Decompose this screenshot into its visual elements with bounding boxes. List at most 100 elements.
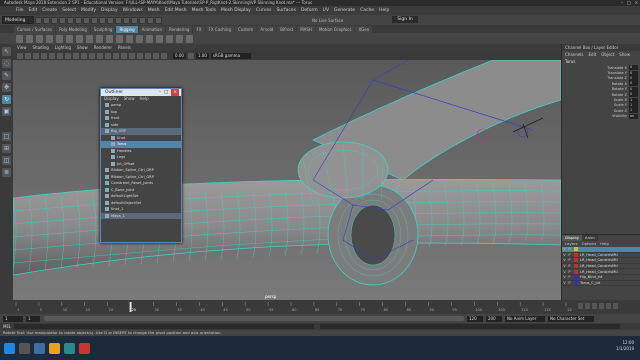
menu-item-mesh-display[interactable]: Mesh Display (221, 8, 251, 13)
attribute-name[interactable]: Scale X (614, 98, 627, 102)
locator-icon[interactable] (46, 34, 53, 43)
new-scene-icon[interactable] (35, 16, 42, 24)
go-end-icon[interactable] (613, 303, 618, 309)
wire-deformer-icon[interactable] (166, 34, 173, 43)
attribute-name[interactable]: Rotate Y (612, 87, 627, 91)
attribute-value[interactable]: 0 (629, 70, 638, 76)
attribute-value[interactable]: 0 (629, 75, 638, 81)
start-menu-icon[interactable] (4, 342, 15, 354)
menu-item-mesh-tools[interactable]: Mesh Tools (192, 8, 216, 13)
attribute-value[interactable]: 0 (629, 86, 638, 92)
file-explorer-icon[interactable] (49, 342, 60, 354)
layer-color-swatch[interactable] (574, 247, 578, 252)
layer-playback-toggle[interactable]: P (567, 270, 572, 274)
shelf-tab-curves-surfaces[interactable]: Curves / Surfaces (14, 26, 56, 33)
select-component-icon[interactable] (91, 16, 98, 24)
grid-icon[interactable] (49, 52, 55, 59)
menu-item-file[interactable]: File (16, 8, 24, 13)
start-time-field[interactable]: 1 (3, 315, 23, 322)
outliner-menu-help[interactable]: Help (140, 96, 149, 102)
layout-single-icon[interactable]: □ (2, 132, 11, 141)
shelf-tab-fx-caching[interactable]: FX Caching (205, 26, 234, 33)
attribute-name[interactable]: Translate Z (607, 76, 627, 80)
bind-skin-icon[interactable] (76, 34, 83, 43)
attribute-value[interactable]: 1 (629, 97, 638, 103)
selected-object-name[interactable]: Torus (562, 58, 640, 65)
panel-menu-panels[interactable]: Panels (118, 44, 131, 51)
panel-menu-renderer[interactable]: Renderer (94, 44, 112, 51)
layout-four-icon[interactable]: ⊞ (2, 144, 11, 153)
save-scene-icon[interactable] (51, 16, 58, 24)
menu-item-generate[interactable]: Generate (334, 8, 355, 13)
bookmark-icon[interactable] (33, 52, 39, 59)
attribute-name[interactable]: Rotate Z (612, 93, 627, 97)
layer-menu-layers[interactable]: Layers (565, 241, 578, 247)
menu-item-curves[interactable]: Curves (256, 8, 272, 13)
menuset-dropdown[interactable]: Modeling (2, 16, 34, 24)
play-back-icon[interactable] (592, 303, 597, 309)
open-scene-icon[interactable] (43, 16, 50, 24)
textured-icon[interactable] (105, 52, 111, 59)
outliner-titlebar[interactable]: Outliner – □ × (101, 89, 181, 96)
attribute-name[interactable]: Visibility (612, 114, 627, 118)
layer-playback-toggle[interactable]: P (567, 281, 572, 285)
outliner-layout-icon[interactable]: ≣ (2, 168, 11, 177)
attribute-name[interactable]: Translate Y (607, 71, 627, 75)
lattice-icon[interactable] (66, 34, 73, 43)
channel-menu-edit[interactable]: Edit (589, 51, 597, 58)
shelf-tab-rigging[interactable]: Rigging (116, 26, 138, 33)
point-constraint-icon[interactable] (106, 34, 113, 43)
resolution-gate-icon[interactable] (65, 52, 71, 59)
lasso-tool-icon[interactable]: ◌ (2, 59, 11, 68)
xray-icon[interactable] (153, 52, 159, 59)
layer-color-swatch[interactable] (574, 264, 578, 269)
joint-tool-icon[interactable] (16, 34, 23, 43)
menu-item-display[interactable]: Display (101, 8, 118, 13)
select-tool-icon[interactable]: ↖ (2, 47, 11, 56)
cluster-icon[interactable] (56, 34, 63, 43)
history-icon[interactable] (131, 16, 138, 24)
menu-item-uv[interactable]: UV (323, 8, 329, 13)
attribute-name[interactable]: Translate X (607, 66, 627, 70)
scale-tool-icon[interactable]: ▣ (2, 107, 11, 116)
layer-color-swatch[interactable] (574, 275, 578, 280)
step-forward-icon[interactable] (606, 303, 611, 309)
shelf-tab-poly-modeling[interactable]: Poly Modeling (56, 26, 90, 33)
shelf-tab-fx[interactable]: FX (193, 26, 205, 33)
scale-constraint-icon[interactable] (126, 34, 133, 43)
aa-icon[interactable] (137, 52, 143, 59)
menu-item-cache[interactable]: Cache (360, 8, 374, 13)
playback-end-field[interactable]: 120 (467, 315, 483, 322)
viewport-3d[interactable] (13, 60, 561, 300)
step-back-icon[interactable] (585, 303, 590, 309)
menu-item-mesh[interactable]: Mesh (148, 8, 160, 13)
current-time-marker[interactable] (129, 302, 132, 312)
isolate-icon[interactable] (145, 52, 151, 59)
snap-grid-icon[interactable] (99, 16, 106, 24)
attribute-value[interactable]: on (629, 113, 638, 119)
outliner-close-button[interactable]: × (171, 89, 179, 96)
render-icon[interactable] (139, 16, 146, 24)
panel-menu-shading[interactable]: Shading (33, 44, 49, 51)
layer-playback-toggle[interactable]: P (567, 264, 572, 268)
hik-icon[interactable] (186, 34, 193, 43)
attribute-value[interactable]: 1 (629, 102, 638, 108)
render-settings-icon[interactable] (155, 16, 162, 24)
snap-view-icon[interactable] (123, 16, 130, 24)
channel-menu-show[interactable]: Show (619, 51, 630, 58)
ik-spline-icon[interactable] (36, 34, 43, 43)
parent-constraint-icon[interactable] (96, 34, 103, 43)
panel-menu-show[interactable]: Show (77, 44, 88, 51)
menu-item-windows[interactable]: Windows (123, 8, 143, 13)
lights-icon[interactable] (113, 52, 119, 59)
gate-mask-icon[interactable] (73, 52, 79, 59)
aim-constraint-icon[interactable] (136, 34, 143, 43)
attribute-value[interactable]: 0 (629, 92, 638, 98)
layout-two-icon[interactable]: ◫ (2, 156, 11, 165)
attribute-value[interactable]: 1 (629, 108, 638, 114)
image-plane-icon[interactable] (41, 52, 47, 59)
move-tool-icon[interactable]: ✥ (2, 83, 11, 92)
snap-point-icon[interactable] (115, 16, 122, 24)
character-set-dropdown[interactable]: No Character Set (548, 315, 594, 322)
layer-playback-toggle[interactable]: P (567, 247, 572, 251)
